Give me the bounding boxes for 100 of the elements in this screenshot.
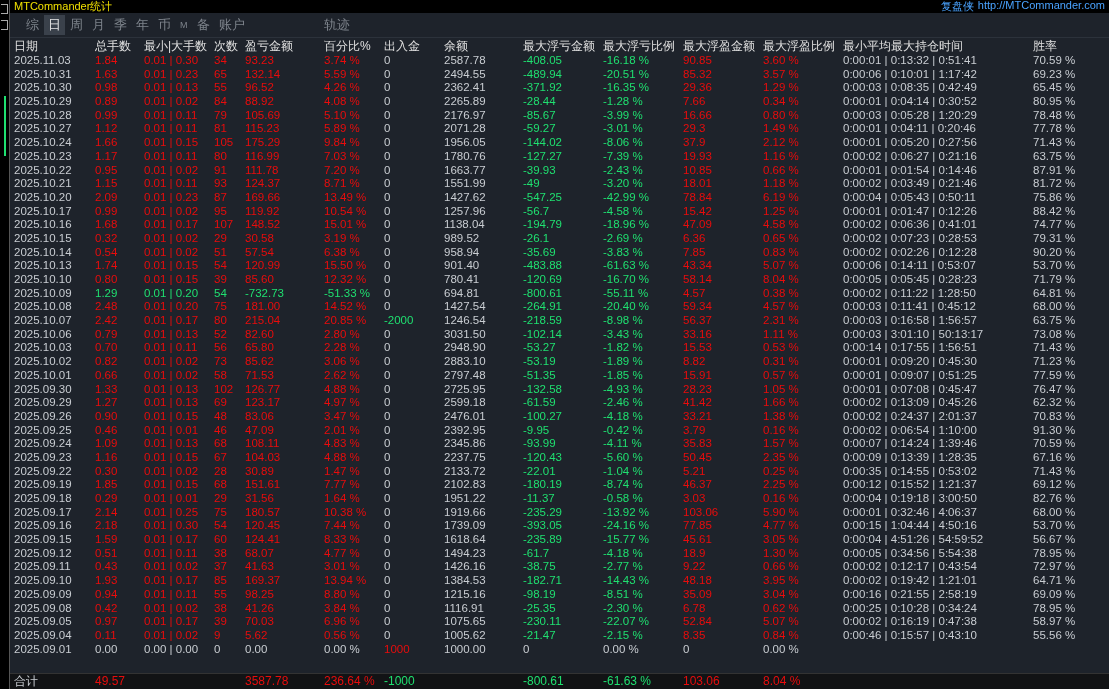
- pnl-cell-text: 83.06: [245, 409, 275, 424]
- date-cell-text: 2025.10.16: [14, 218, 73, 232]
- pnl-cell-text: 71.53: [245, 368, 275, 383]
- max-float-loss-ratio-cell-text: -3.99 %: [603, 108, 644, 123]
- tab[interactable]: 年: [132, 15, 153, 35]
- column-header[interactable]: 最大浮亏金额: [523, 38, 603, 54]
- deposit-cell-text: 0: [384, 615, 392, 629]
- pnl-cell-text: 124.37: [245, 177, 282, 191]
- max-float-loss-cell-text: -483.88: [523, 259, 563, 273]
- column-header[interactable]: 余额: [444, 38, 523, 54]
- tab[interactable]: 周: [66, 15, 87, 35]
- balance-cell-text: 2071.28: [444, 122, 487, 137]
- date-cell-text: 2025.09.17: [14, 505, 73, 520]
- hold-time-cell-text: 0:00:02 | 0:06:54 | 1:10:00: [843, 423, 978, 438]
- max-float-loss-cell-text: -230.11: [523, 615, 563, 629]
- hold-time-cell-text: 0:00:02 | 0:12:17 | 0:43:54: [843, 560, 978, 575]
- max-float-profit-ratio-cell-text: 5.90 %: [763, 505, 800, 520]
- lot-range-cell-text: 0.01 | 0.11: [144, 108, 199, 123]
- max-float-loss-cell-text: -53.27: [523, 341, 557, 356]
- max-float-loss-cell-text: -25.35: [523, 601, 557, 616]
- total-cell-text: 103.06: [683, 674, 721, 689]
- max-float-profit-ratio-cell-text: 0.00 %: [763, 642, 800, 657]
- max-float-loss-ratio-cell-text: -16.18 %: [603, 54, 651, 68]
- lot-range-cell-text: 0.01 | 0.02: [144, 163, 200, 178]
- max-float-loss-ratio-cell-text: -1.04 %: [603, 464, 644, 479]
- column-header[interactable]: 日期: [14, 38, 95, 54]
- max-float-loss-ratio-cell-text: -4.18 %: [603, 409, 644, 424]
- percent-cell-text: 15.50 %: [324, 259, 368, 273]
- balance-cell-text: 2176.97: [444, 108, 487, 123]
- column-header[interactable]: 最大浮盈金额: [683, 38, 763, 54]
- pnl-cell-text: 57.54: [245, 245, 275, 260]
- hold-time-cell-text: 0:00:03 | 0:08:35 | 0:42:49: [843, 81, 978, 96]
- max-float-loss-ratio-cell-text: -2.46 %: [603, 396, 644, 410]
- tab[interactable]: 月: [88, 15, 109, 35]
- date-cell-text: 2025.10.07: [14, 314, 73, 328]
- deposit-cell-text: 0: [384, 601, 392, 616]
- lots-cell-text: 1.16: [95, 450, 119, 465]
- balance-cell-text: 1739.09: [444, 519, 487, 534]
- column-header[interactable]: 次数: [214, 38, 245, 54]
- trades-cell-text: 95: [214, 204, 228, 219]
- tab[interactable]: 备: [192, 15, 214, 35]
- pnl-cell-text: -732.73: [245, 286, 285, 301]
- max-float-loss-ratio-cell-text: -2.69 %: [603, 231, 644, 246]
- pnl-cell-text: 215.04: [245, 314, 282, 328]
- deposit-cell-text: 1000: [384, 642, 411, 657]
- deposit-cell-text: 0: [384, 409, 392, 424]
- website-link[interactable]: http://MTCommander.com: [977, 0, 1105, 14]
- deposit-cell-text: 0: [384, 505, 392, 520]
- column-header[interactable]: 最大浮盈比例: [763, 38, 843, 54]
- lots-cell-text: 1.68: [95, 218, 119, 232]
- tab[interactable]: 币: [154, 15, 175, 35]
- column-header[interactable]: 最大浮亏比例: [603, 38, 683, 54]
- max-float-profit-ratio-cell-text: 1.18 %: [763, 177, 800, 191]
- deposit-cell-text: 0: [384, 478, 392, 492]
- window-title: MTCommander统计: [14, 0, 113, 14]
- tab[interactable]: 账户: [214, 15, 249, 35]
- trades-cell-text: 75: [214, 300, 228, 315]
- max-float-loss-cell-text: -393.05: [523, 519, 563, 534]
- pnl-cell-text: 30.89: [245, 464, 275, 479]
- trades-cell-text: 29: [214, 231, 228, 246]
- date-cell-text: 2025.09.08: [14, 601, 73, 616]
- deposit-cell-text: 0: [384, 492, 392, 506]
- tab[interactable]: 日: [44, 15, 65, 35]
- win-rate-cell-text: 78.48 %: [1033, 108, 1077, 123]
- max-float-profit-ratio-cell-text: 0.38 %: [763, 286, 800, 301]
- max-float-loss-cell-text: -56.7: [523, 204, 551, 219]
- tab[interactable]: M: [176, 19, 192, 31]
- hold-time-cell-text: 0:00:01 | 0:32:46 | 4:06:37: [843, 505, 978, 520]
- column-header[interactable]: 盈亏金额: [245, 38, 324, 54]
- percent-cell-text: 4.88 %: [324, 450, 361, 465]
- column-header[interactable]: 最小平均最大持仓时间: [843, 38, 1033, 54]
- column-header[interactable]: 胜率: [1033, 38, 1103, 54]
- lots-cell-text: 2.09: [95, 190, 119, 205]
- date-cell-text: 2025.09.15: [14, 533, 73, 547]
- win-rate-cell-text: 63.75 %: [1033, 149, 1077, 164]
- trades-cell-text: 107: [214, 218, 235, 232]
- max-float-loss-cell-text: -180.19: [523, 478, 563, 492]
- trades-cell-text: 84: [214, 95, 228, 109]
- column-header[interactable]: 百分比%: [324, 38, 384, 54]
- column-header[interactable]: 出入金: [384, 38, 444, 54]
- lots-cell-text: 0.43: [95, 560, 119, 575]
- balance-cell-text: 1951.22: [444, 492, 487, 506]
- date-cell-text: 2025.09.22: [14, 464, 73, 479]
- trades-cell-text: 29: [214, 492, 228, 506]
- win-rate-cell-text: 71.79 %: [1033, 273, 1077, 287]
- tab[interactable]: 季: [110, 15, 131, 35]
- balance-cell-text: 2362.41: [444, 81, 487, 96]
- column-header[interactable]: 最小|大手数: [144, 38, 214, 54]
- tab[interactable]: 轨迹: [319, 15, 354, 35]
- percent-cell-text: 0.00 %: [324, 642, 361, 657]
- tab[interactable]: 综: [22, 15, 43, 35]
- max-float-loss-cell-text: -144.02: [523, 136, 563, 150]
- column-header[interactable]: 总手数: [95, 38, 144, 54]
- lot-range-cell-text: 0.01 | 0.11: [144, 149, 199, 164]
- deposit-cell-text: 0: [384, 368, 392, 383]
- trades-cell-text: 9: [214, 628, 222, 643]
- pnl-cell-text: 108.11: [245, 437, 281, 451]
- indicator-line: [3, 96, 6, 156]
- pnl-cell-text: 124.41: [245, 533, 282, 547]
- lots-cell-text: 0.42: [95, 601, 119, 616]
